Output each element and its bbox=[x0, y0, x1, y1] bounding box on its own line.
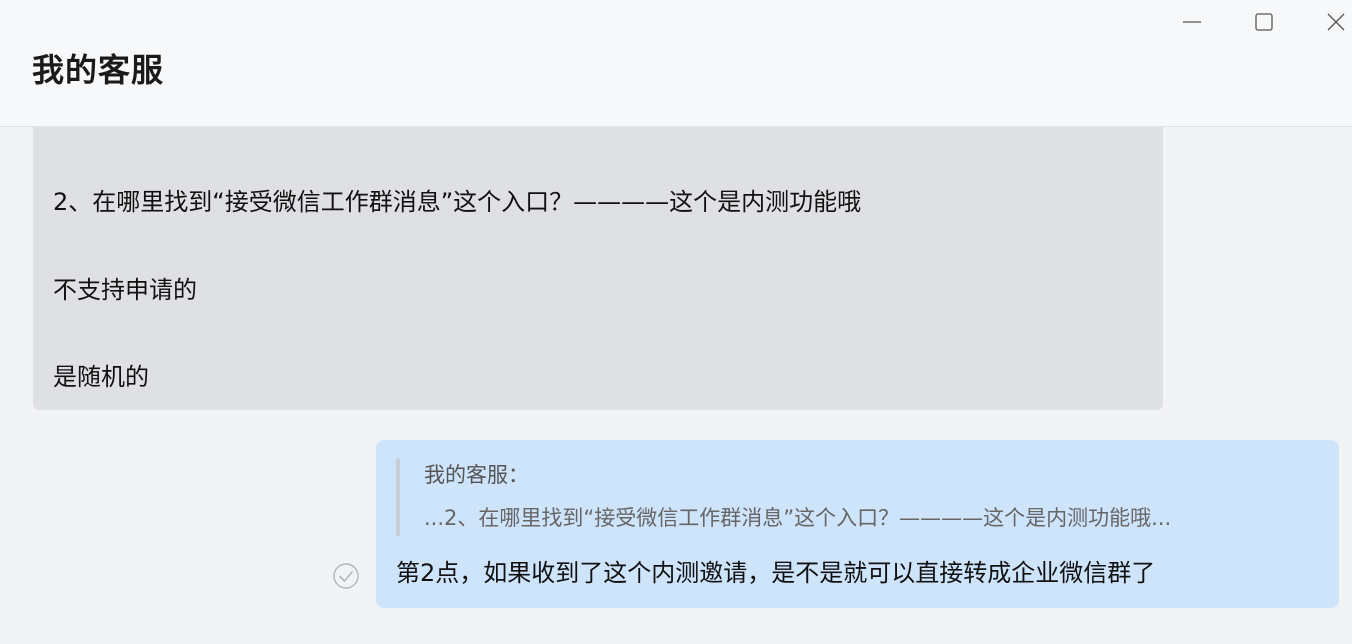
message-line: 不支持申请的 bbox=[53, 276, 197, 304]
reply-message-text: 第2点，如果收到了这个内测邀请，是不是就可以直接转成企业微信群了 bbox=[396, 559, 1156, 587]
quoted-message[interactable]: ...2、在哪里找到“接受微信工作群消息”这个入口？————这个是内测功能哦..… bbox=[424, 503, 1171, 533]
quote-bar bbox=[396, 458, 400, 536]
close-icon bbox=[1327, 13, 1345, 31]
maximize-icon bbox=[1255, 13, 1273, 31]
outgoing-message-bubble[interactable]: 我的客服： ...2、在哪里找到“接受微信工作群消息”这个入口？————这个是内… bbox=[376, 440, 1339, 608]
incoming-message-bubble[interactable]: 2、在哪里找到“接受微信工作群消息”这个入口？————这个是内测功能哦 不支持申… bbox=[33, 127, 1163, 410]
minimize-button[interactable] bbox=[1174, 6, 1210, 38]
chat-window: 我的客服 2、在哪里找到“接受微信工作群消息”这个入口？————这个是内测功能哦… bbox=[0, 0, 1352, 644]
read-check-icon bbox=[333, 563, 359, 589]
window-title: 我的客服 bbox=[32, 51, 165, 89]
maximize-button[interactable] bbox=[1246, 6, 1282, 38]
title-bar: 我的客服 bbox=[0, 0, 1352, 127]
quote-author: 我的客服： bbox=[424, 463, 529, 487]
close-button[interactable] bbox=[1318, 6, 1352, 38]
message-list[interactable]: 2、在哪里找到“接受微信工作群消息”这个入口？————这个是内测功能哦 不支持申… bbox=[0, 127, 1352, 644]
minimize-icon bbox=[1183, 21, 1201, 23]
message-line: 2、在哪里找到“接受微信工作群消息”这个入口？————这个是内测功能哦 bbox=[53, 188, 862, 216]
message-line: 是随机的 bbox=[53, 363, 149, 391]
